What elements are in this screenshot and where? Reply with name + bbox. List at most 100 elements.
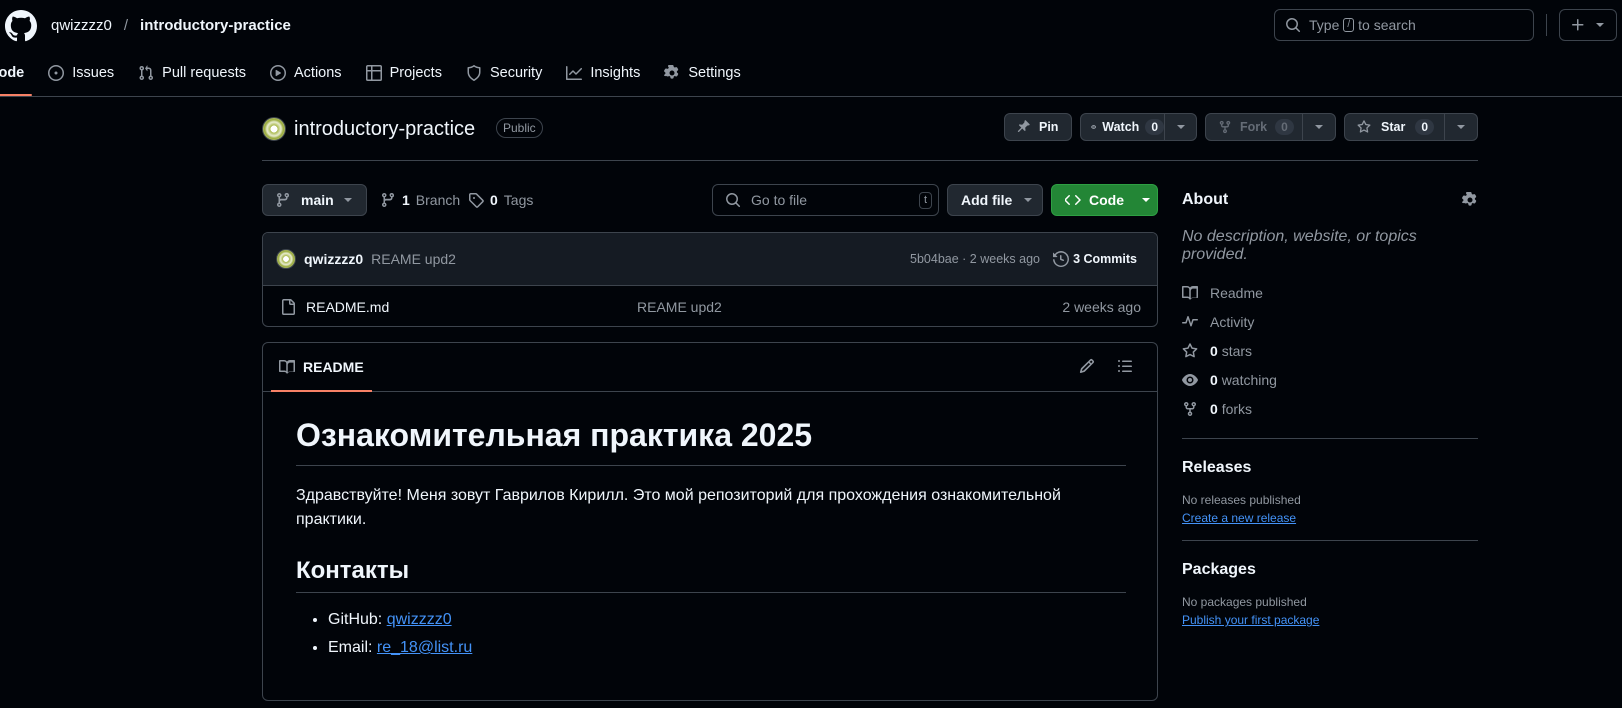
table-icon — [365, 65, 382, 81]
activity-link[interactable]: Activity — [1182, 307, 1478, 336]
star-dropdown[interactable] — [1443, 114, 1477, 140]
pencil-icon[interactable] — [1079, 358, 1095, 374]
visibility-badge: Public — [496, 118, 543, 138]
chevron-down-icon — [1314, 125, 1323, 129]
pin-button[interactable]: Pin — [1004, 113, 1072, 141]
add-file-label: Add file — [961, 192, 1013, 208]
pulse-icon — [1182, 315, 1198, 327]
repo-name[interactable]: introductory-practice — [294, 118, 475, 141]
tab-insights[interactable]: Insights — [558, 58, 648, 88]
create-new-button[interactable] — [1559, 9, 1617, 41]
star-count: 0 — [1415, 119, 1435, 135]
search-input[interactable]: Type / to search — [1274, 9, 1534, 41]
publish-package-link[interactable]: Publish your first package — [1182, 613, 1319, 627]
search-prefix: Type — [1309, 17, 1340, 33]
play-icon — [270, 65, 286, 81]
releases-empty: No releases published — [1182, 493, 1301, 507]
avatar[interactable] — [262, 117, 286, 141]
star-icon — [1357, 120, 1371, 133]
table-row[interactable]: README.md REAME upd2 2 weeks ago — [263, 286, 1157, 326]
latest-commit-row: qwizzzz0 REAME upd2 5b04bae · 2 weeks ag… — [263, 233, 1157, 286]
book-icon — [279, 360, 295, 374]
tab-actions[interactable]: Actions — [262, 58, 350, 88]
tab-actions-label: Actions — [294, 65, 342, 81]
tags-link[interactable]: 0 Tags — [468, 184, 533, 216]
branch-icon — [277, 192, 289, 208]
branches-link[interactable]: 1 Branch — [380, 184, 460, 216]
contact-link[interactable]: qwizzzz0 — [387, 611, 452, 628]
watching-link[interactable]: 0 watching — [1182, 365, 1478, 394]
issue-icon — [48, 65, 65, 81]
chevron-down-icon — [1024, 198, 1033, 202]
watch-button[interactable]: Watch 0 — [1080, 113, 1197, 141]
readme-link-label: Readme — [1210, 284, 1263, 301]
tab-readme[interactable]: README — [271, 343, 372, 392]
go-to-file-placeholder: Go to file — [751, 192, 808, 208]
commit-author[interactable]: qwizzzz0 — [304, 251, 363, 267]
go-to-file-input[interactable]: Go to file t — [712, 184, 939, 216]
releases-section: Releases No releases published Create a … — [1182, 438, 1478, 525]
forks-link[interactable]: 0 forks — [1182, 394, 1478, 423]
tab-issues-label: Issues — [72, 65, 115, 81]
tab-insights-label: Insights — [590, 65, 641, 81]
history-icon — [1053, 251, 1070, 267]
breadcrumb-owner[interactable]: qwizzzz0 — [51, 17, 112, 34]
breadcrumb-repo[interactable]: introductory-practice — [140, 17, 291, 34]
avatar[interactable] — [276, 249, 296, 269]
stars-count: 0 — [1210, 342, 1218, 359]
pin-label: Pin — [1039, 120, 1059, 134]
tab-code[interactable]: Code — [0, 58, 33, 96]
contact-link[interactable]: re_18@list.ru — [377, 639, 472, 656]
stars-link[interactable]: 0 stars — [1182, 336, 1478, 365]
fork-icon — [1184, 401, 1196, 416]
chevron-down-icon — [1456, 125, 1465, 129]
packages-title[interactable]: Packages — [1182, 561, 1478, 579]
readme-subheading: Контакты — [296, 556, 1126, 593]
list-item: GitHub: qwizzzz0 — [328, 606, 1126, 634]
file-commit-message[interactable]: REAME upd2 — [637, 299, 722, 315]
readme-content: Ознакомительная практика 2025 Здравствуй… — [296, 415, 1126, 662]
readme-link[interactable]: Readme — [1182, 278, 1478, 307]
branch-selector[interactable]: main — [262, 184, 367, 216]
tab-settings-label: Settings — [688, 65, 741, 81]
commit-meta[interactable]: 5b04bae · 2 weeks ago — [910, 252, 1040, 266]
sidebar: About No description, website, or topics… — [1182, 184, 1478, 627]
github-logo-icon[interactable] — [5, 10, 37, 42]
about-header: About — [1182, 184, 1478, 216]
packages-section: Packages No packages published Publish y… — [1182, 540, 1478, 627]
chevron-down-icon — [1596, 23, 1604, 27]
fork-label: Fork — [1240, 120, 1268, 134]
star-button[interactable]: Star 0 — [1344, 113, 1478, 141]
commit-message[interactable]: REAME upd2 — [371, 251, 456, 267]
go-to-file-shortcut: t — [918, 192, 932, 209]
file-age: 2 weeks ago — [1062, 298, 1141, 315]
watch-label: Watch — [1102, 120, 1140, 134]
tab-settings[interactable]: Settings — [656, 58, 748, 88]
commits-link[interactable]: 3 Commits — [1053, 251, 1137, 267]
watching-count: 0 — [1210, 371, 1218, 388]
tab-projects-label: Projects — [389, 65, 442, 81]
add-file-button[interactable]: Add file — [947, 184, 1043, 216]
eye-icon — [1091, 125, 1097, 129]
branches-count: 1 — [402, 192, 410, 208]
create-release-link[interactable]: Create a new release — [1182, 511, 1296, 525]
readme-tabs: README — [263, 343, 1157, 392]
watch-dropdown[interactable] — [1164, 114, 1196, 140]
fork-dropdown[interactable] — [1301, 114, 1335, 140]
releases-title[interactable]: Releases — [1182, 459, 1478, 477]
tag-icon — [469, 193, 484, 208]
fork-button[interactable]: Fork 0 — [1205, 113, 1336, 141]
tab-projects[interactable]: Projects — [358, 58, 450, 88]
forks-count: 0 — [1210, 400, 1218, 417]
gear-icon[interactable] — [1462, 192, 1478, 208]
readme-paragraph: Здравствуйте! Меня зовут Гаврилов Кирилл… — [296, 487, 1061, 528]
chevron-down-icon — [1176, 125, 1185, 129]
tab-security[interactable]: Security — [458, 58, 550, 88]
file-toolbar: main 1 Branch 0 Tags Go to file t Add fi… — [262, 184, 1158, 216]
code-button[interactable]: Code — [1051, 184, 1158, 216]
file-name[interactable]: README.md — [306, 299, 389, 315]
tab-pull-requests[interactable]: Pull requests — [130, 58, 254, 88]
list-icon[interactable] — [1117, 358, 1133, 374]
tab-security-label: Security — [489, 65, 543, 81]
tab-issues[interactable]: Issues — [40, 58, 122, 88]
